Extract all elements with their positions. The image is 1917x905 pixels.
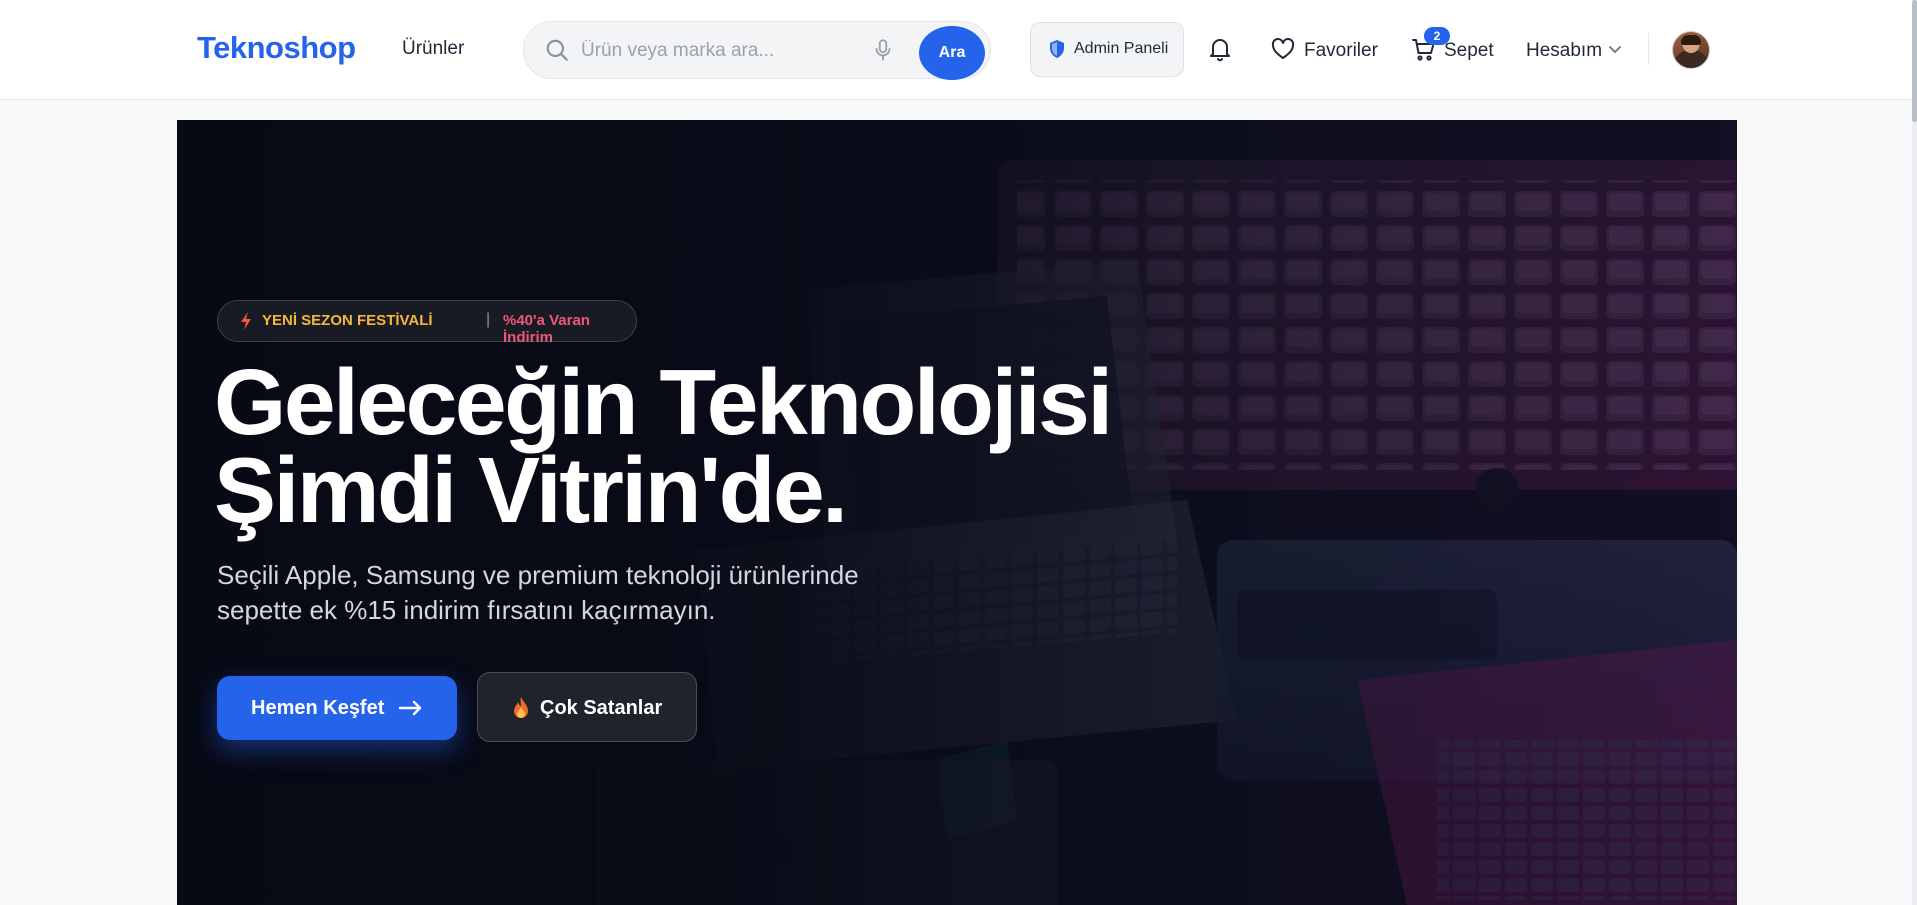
favorites-link[interactable]: Favoriler [1271,34,1383,66]
promo-badge: YENİ SEZON FESTİVALİ | %40'a Varan İndir… [217,300,637,346]
scrollbar-track[interactable] [1912,0,1917,905]
nav-link-products[interactable]: Ürünler [402,38,464,60]
arrow-right-icon [399,700,422,716]
admin-panel-label: Admin Paneli [1074,40,1169,57]
account-menu[interactable]: Hesabım [1526,34,1626,66]
chevron-down-icon [1609,46,1621,54]
avatar[interactable] [1672,31,1710,69]
hero-title-line-1: Geleceğin Teknolojisi [214,350,1113,454]
best-sellers-label: Çok Satanlar [540,697,663,719]
search-icon [546,39,568,61]
promo-season-text: YENİ SEZON FESTİVALİ [262,312,433,329]
fire-icon [514,697,528,718]
admin-panel-button[interactable]: Admin Paneli [1030,22,1184,77]
nav-divider [1648,33,1649,65]
best-sellers-button[interactable]: Çok Satanlar [477,672,697,742]
shield-icon [1050,40,1064,58]
scrollbar-thumb[interactable] [1912,0,1917,122]
hero-title-line-2: Şimdi Vitrin'de. [214,438,848,542]
hero-banner: YENİ SEZON FESTİVALİ | %40'a Varan İndir… [177,120,1737,905]
cart-label: Sepet [1444,40,1494,61]
favorites-label: Favoriler [1304,40,1378,61]
cart-count-badge: 2 [1424,27,1450,45]
brand-logo[interactable]: Teknoshop [197,30,356,66]
explore-now-label: Hemen Keşfet [251,697,385,719]
microphone-icon[interactable] [870,37,896,63]
hero-subtitle: Seçili Apple, Samsung ve premium teknolo… [217,560,859,625]
promo-discount-text: %40'a Varan İndirim [503,312,590,346]
search-input[interactable] [579,32,873,70]
explore-now-button[interactable]: Hemen Keşfet [217,676,457,740]
account-label: Hesabım [1526,40,1603,61]
hero-title: Geleceğin Teknolojisi Şimdi Vitrin'de. [214,350,1113,542]
promo-separator: | [486,311,491,328]
heart-icon [1271,38,1295,59]
lightning-icon [241,312,251,330]
search-bar: Ara [523,21,991,80]
search-button[interactable]: Ara [919,26,985,80]
top-navbar: Teknoshop Ürünler Ara Admin Paneli Favor… [0,0,1912,100]
bell-icon[interactable] [1208,36,1232,62]
